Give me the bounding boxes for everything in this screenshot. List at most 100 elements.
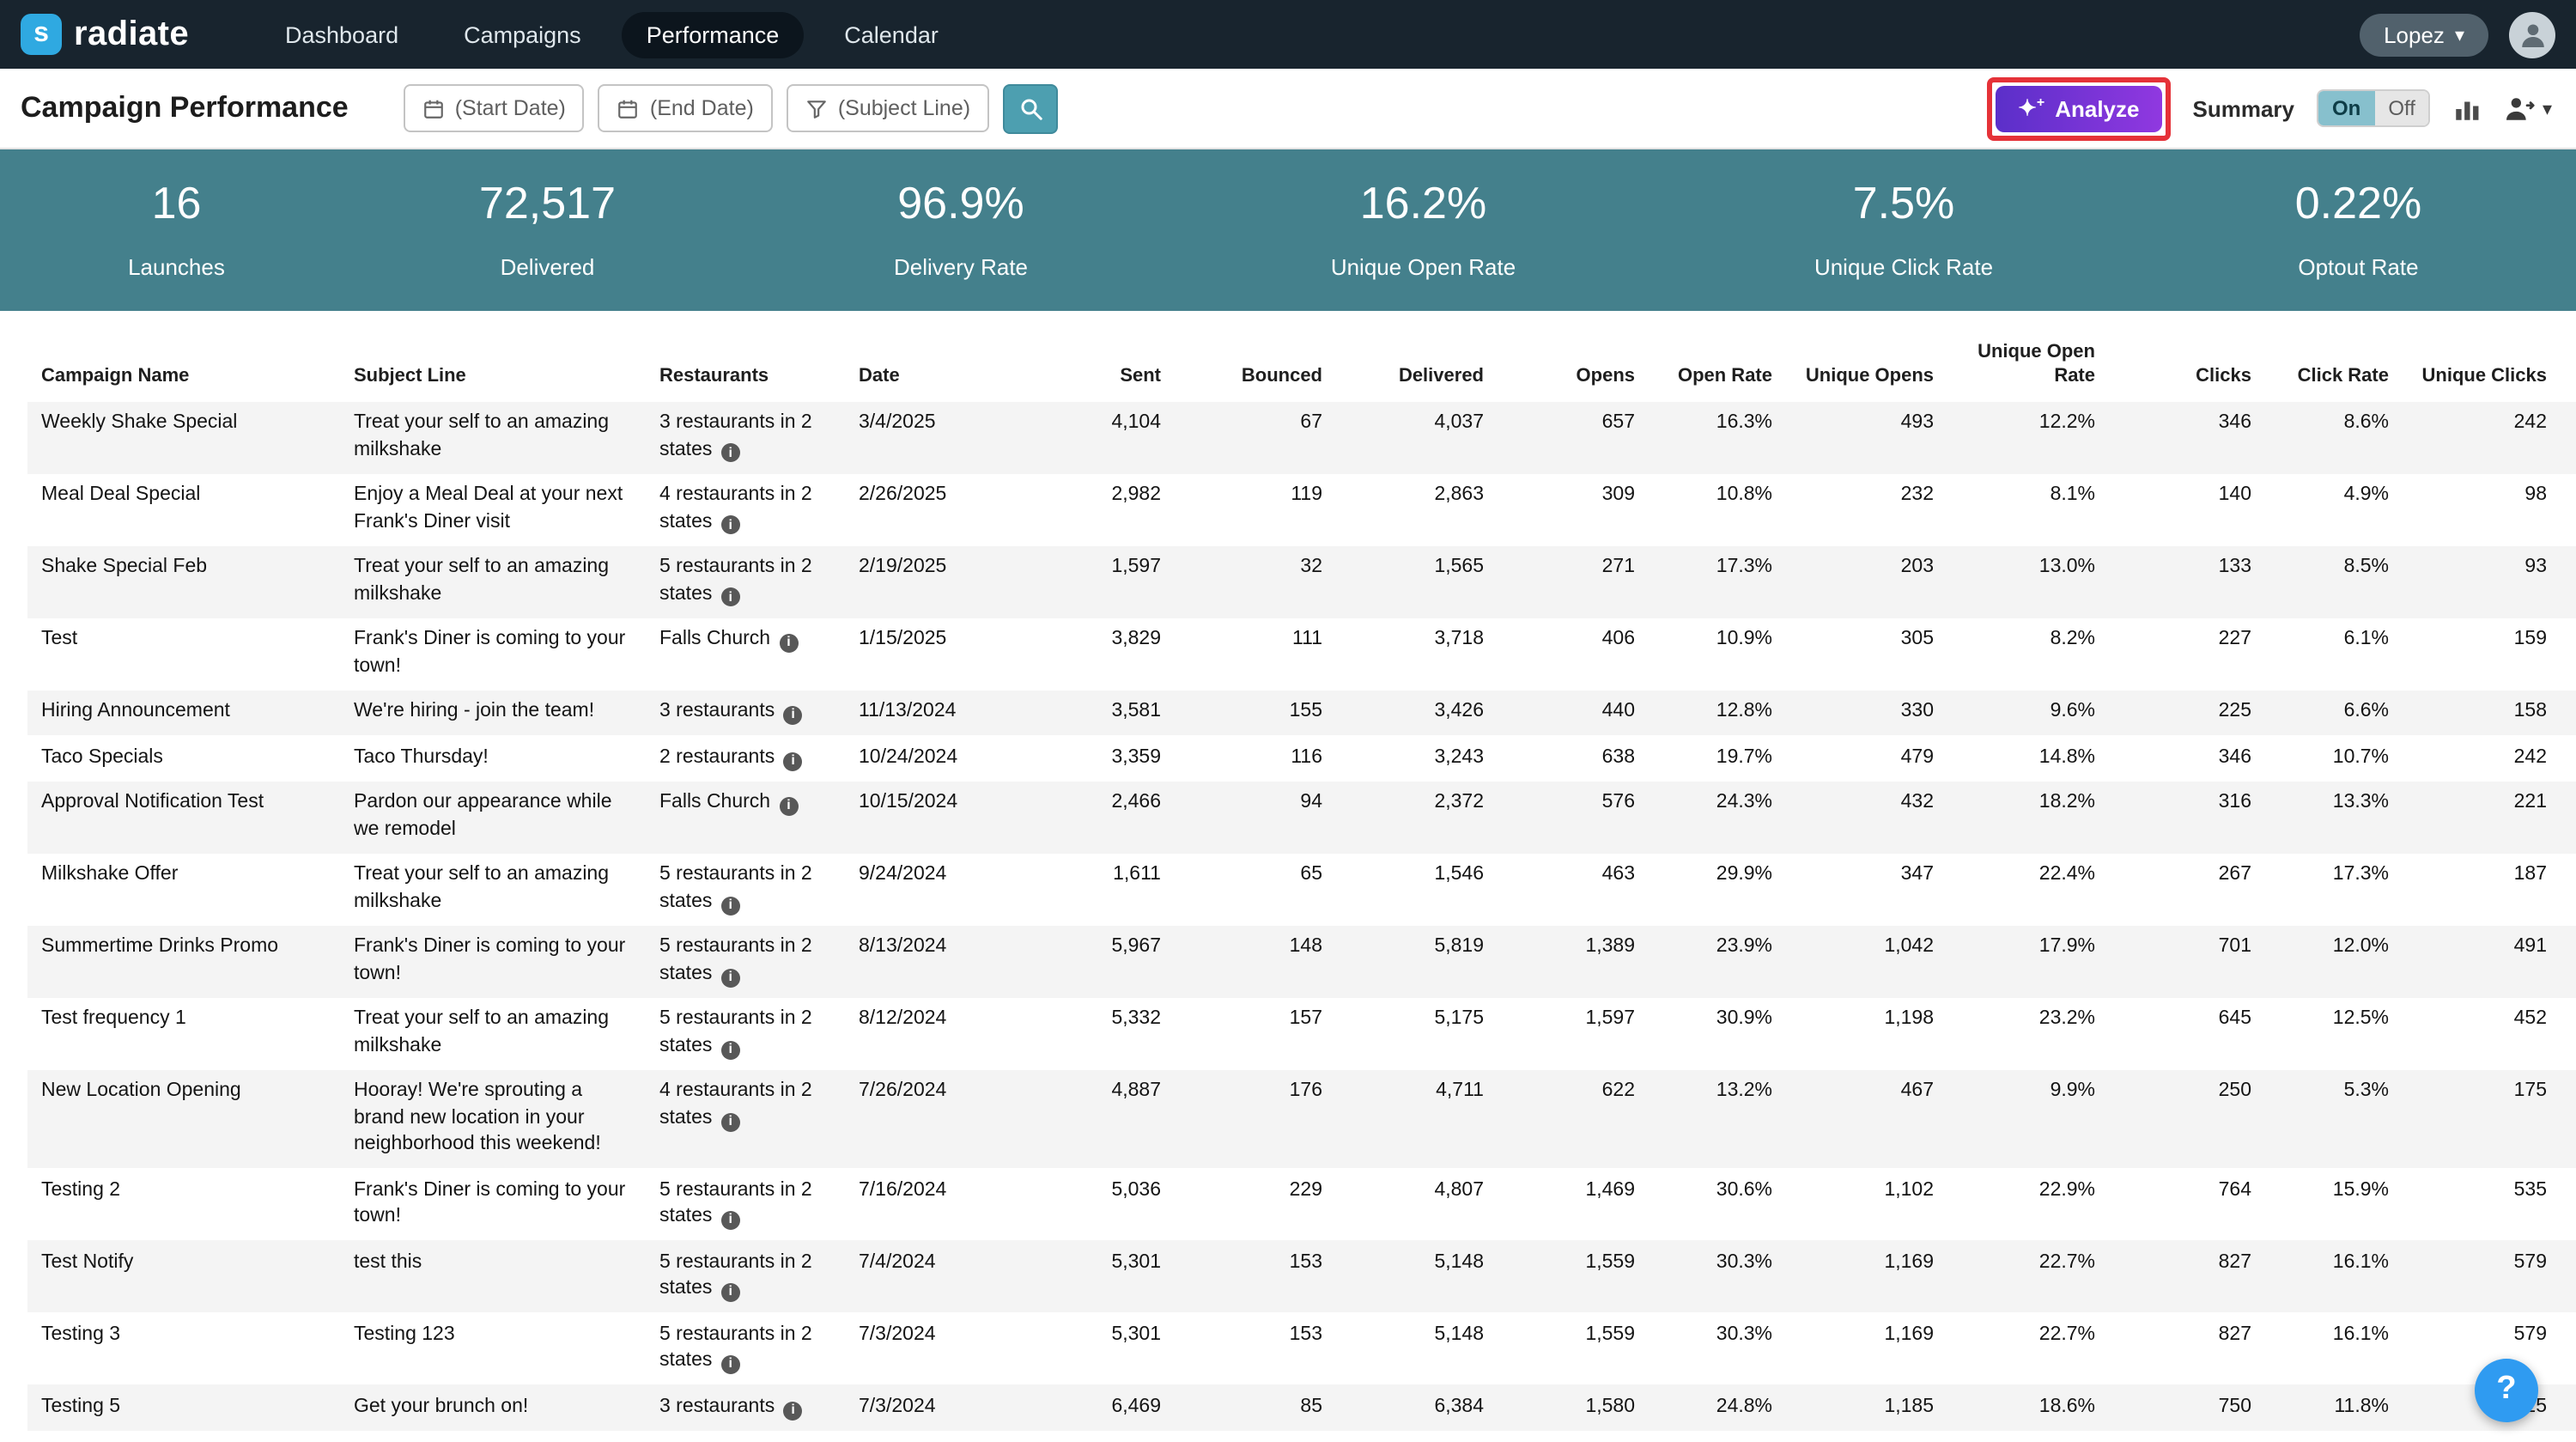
table-row[interactable]: Test frequency 1Treat your self to an am… (27, 998, 2576, 1070)
cell-unique_clicks: 535 (2403, 1169, 2561, 1241)
table-row[interactable]: Meal Deal SpecialEnjoy a Meal Deal at yo… (27, 473, 2576, 545)
cell-date: 7/16/2024 (845, 1169, 1020, 1241)
table-row[interactable]: Summertime Drinks PromoFrank's Diner is … (27, 925, 2576, 997)
info-icon[interactable]: i (784, 751, 803, 770)
cell-clicks: 346 (2109, 401, 2265, 473)
chevron-down-icon: ▾ (2455, 23, 2464, 46)
cell-delivered: 3,718 (1336, 618, 1498, 690)
chart-view-button[interactable] (2453, 94, 2482, 123)
subject-line-filter[interactable]: (Subject Line) (787, 84, 989, 132)
col-header-unique_clicks[interactable]: Unique Clicks (2403, 332, 2561, 401)
nav-item-dashboard[interactable]: Dashboard (261, 11, 422, 58)
table-row[interactable]: Taco SpecialsTaco Thursday!2 restaurants… (27, 735, 2576, 781)
cell-click_rate: 12.0% (2265, 925, 2403, 997)
col-header-click_rate[interactable]: Click Rate (2265, 332, 2403, 401)
col-header-restaurants[interactable]: Restaurants (646, 332, 845, 401)
col-header-opens[interactable]: Opens (1498, 332, 1649, 401)
stat-unique-click-rate: 7.5% Unique Click Rate (1667, 177, 2141, 280)
stat-delivery-rate: 96.9% Delivery Rate (742, 177, 1180, 280)
cell-date: 2/19/2025 (845, 545, 1020, 618)
stat-label: Optout Rate (2141, 254, 2576, 280)
cell-clicks: 750 (2109, 1385, 2265, 1431)
table-row[interactable]: Testing 2Frank's Diner is coming to your… (27, 1169, 2576, 1241)
table-row[interactable]: Milkshake OfferTreat your self to an ama… (27, 853, 2576, 925)
user-menu-button[interactable]: Lopez ▾ (2360, 13, 2488, 56)
cell-unique_clicks: 187 (2403, 853, 2561, 925)
table-row[interactable]: Weekend Brunch SpecialsExclusive: Indulg… (27, 1431, 2576, 1442)
info-icon[interactable]: i (721, 444, 740, 463)
col-header-date[interactable]: Date (845, 332, 1020, 401)
col-header-unique_click_rate[interactable]: Unique Click Rate (2561, 332, 2576, 401)
start-date-filter[interactable]: (Start Date) (404, 84, 585, 132)
cell-delivered: 5,819 (1336, 925, 1498, 997)
cell-unique_open_rate: 8.2% (1947, 618, 2109, 690)
info-icon[interactable]: i (721, 588, 740, 607)
summary-toggle-off[interactable]: Off (2374, 91, 2429, 125)
info-icon[interactable]: i (784, 1402, 803, 1421)
col-header-open_rate[interactable]: Open Rate (1649, 332, 1786, 401)
table-row[interactable]: Test Notifytest this5 restaurants in 2 s… (27, 1241, 2576, 1313)
cell-clicks: 701 (2109, 925, 2265, 997)
cell-campaign_name: Testing 3 (27, 1313, 340, 1385)
toolbar-right: ✦+ Analyze Summary On Off ▾ (1987, 76, 2559, 140)
help-button[interactable]: ? (2475, 1358, 2538, 1421)
info-icon[interactable]: i (721, 896, 740, 915)
table-row[interactable]: Testing 5Get your brunch on!3 restaurant… (27, 1385, 2576, 1431)
cell-sent: 1,611 (1020, 853, 1175, 925)
info-icon[interactable]: i (780, 634, 799, 653)
cell-open_rate: 19.7% (1649, 735, 1786, 781)
table-row[interactable]: Weekly Shake SpecialTreat your self to a… (27, 401, 2576, 473)
cell-sent: 5,036 (1020, 1169, 1175, 1241)
cell-restaurants: 5 restaurants in 2 states i (646, 1241, 845, 1313)
cell-clicks: 133 (2109, 545, 2265, 618)
info-icon[interactable]: i (721, 1040, 740, 1059)
table-row[interactable]: Hiring AnnouncementWe're hiring - join t… (27, 690, 2576, 735)
info-icon[interactable]: i (721, 1284, 740, 1303)
info-icon[interactable]: i (721, 1212, 740, 1231)
cell-subject_line: Frank's Diner is coming to your town! (340, 618, 646, 690)
nav-item-calendar[interactable]: Calendar (820, 11, 963, 58)
cell-unique_opens: 1,102 (1786, 1169, 1947, 1241)
stat-value: 0.22% (2141, 177, 2576, 230)
col-header-subject_line[interactable]: Subject Line (340, 332, 646, 401)
cell-bounced: 65 (1175, 853, 1336, 925)
avatar[interactable] (2509, 11, 2555, 58)
table-row[interactable]: TestFrank's Diner is coming to your town… (27, 618, 2576, 690)
col-header-unique_open_rate[interactable]: Unique Open Rate (1947, 332, 2109, 401)
analyze-button[interactable]: ✦+ Analyze (1996, 85, 2161, 131)
cell-unique_clicks: 158 (2403, 690, 2561, 735)
radiate-logo[interactable]: s radiate (21, 14, 189, 55)
info-icon[interactable]: i (721, 516, 740, 535)
search-button[interactable] (1003, 83, 1058, 133)
summary-toggle-on[interactable]: On (2318, 91, 2374, 125)
col-header-delivered[interactable]: Delivered (1336, 332, 1498, 401)
info-icon[interactable]: i (780, 797, 799, 816)
nav-item-campaigns[interactable]: Campaigns (440, 11, 605, 58)
table-row[interactable]: Approval Notification TestPardon our app… (27, 781, 2576, 853)
end-date-filter[interactable]: (End Date) (598, 84, 773, 132)
col-header-clicks[interactable]: Clicks (2109, 332, 2265, 401)
info-icon[interactable]: i (721, 1112, 740, 1131)
cell-bounced: 239 (1175, 1431, 1336, 1442)
cell-restaurants: 5 restaurants in 2 states i (646, 998, 845, 1070)
table-row[interactable]: New Location OpeningHooray! We're sprout… (27, 1070, 2576, 1169)
export-button[interactable]: ▾ (2505, 94, 2552, 123)
top-nav: s radiate Dashboard Campaigns Performanc… (0, 0, 2576, 69)
info-icon[interactable]: i (784, 706, 803, 725)
cell-bounced: 153 (1175, 1241, 1336, 1313)
nav-item-performance[interactable]: Performance (623, 11, 804, 58)
info-icon[interactable]: i (721, 1356, 740, 1375)
table-row[interactable]: Testing 3Testing 1235 restaurants in 2 s… (27, 1313, 2576, 1385)
cell-restaurants: 5 restaurants in 2 states i (646, 1169, 845, 1241)
export-user-icon (2505, 94, 2539, 123)
cell-unique_opens: 467 (1786, 1070, 1947, 1169)
cell-unique_click_rate: 8.4% (2561, 1431, 2576, 1442)
col-header-bounced[interactable]: Bounced (1175, 332, 1336, 401)
info-icon[interactable]: i (721, 968, 740, 987)
col-header-sent[interactable]: Sent (1020, 332, 1175, 401)
cell-click_rate: 16.1% (2265, 1313, 2403, 1385)
col-header-unique_opens[interactable]: Unique Opens (1786, 332, 1947, 401)
table-row[interactable]: Shake Special FebTreat your self to an a… (27, 545, 2576, 618)
campaign-table-container: Campaign NameSubject LineRestaurantsDate… (0, 332, 2576, 1442)
col-header-campaign_name[interactable]: Campaign Name (27, 332, 340, 401)
